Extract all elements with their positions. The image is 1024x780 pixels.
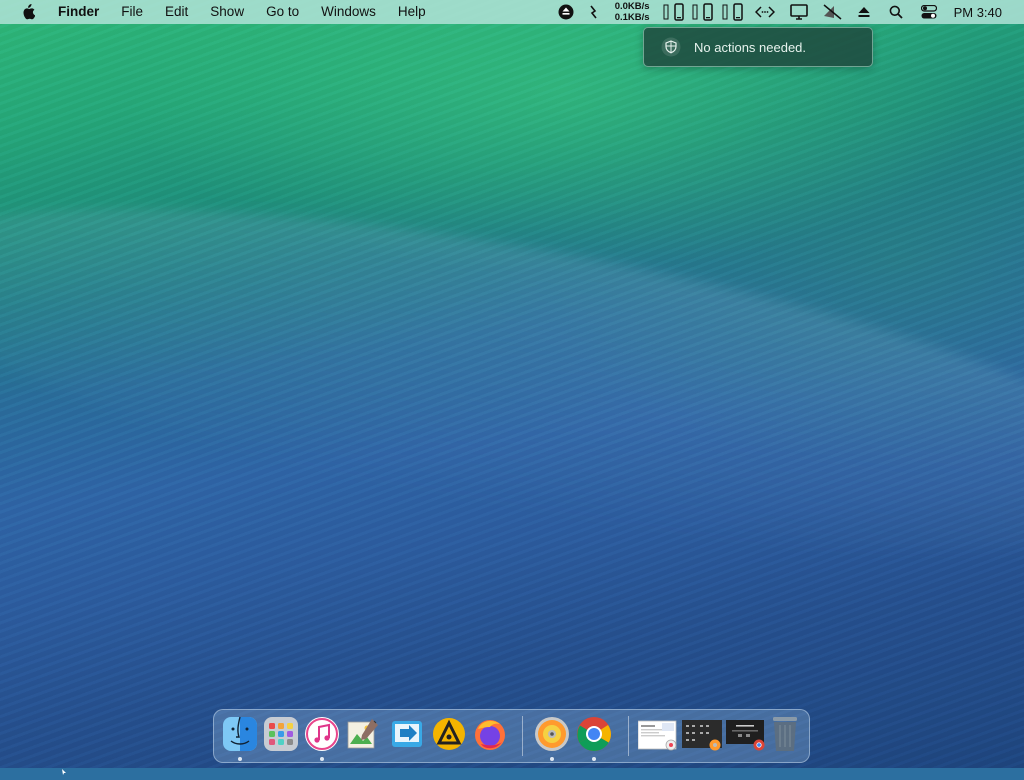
wallpaper-texture <box>0 0 1024 768</box>
dock-itunes[interactable] <box>304 715 340 761</box>
dock <box>213 709 810 763</box>
menu-edit[interactable]: Edit <box>154 0 199 24</box>
shield-icon <box>661 37 681 57</box>
code-arrows-icon[interactable] <box>748 0 782 24</box>
eject-circle-icon[interactable] <box>555 0 577 24</box>
dock-aimp[interactable] <box>431 715 467 753</box>
dock-dvd-player[interactable] <box>534 715 570 761</box>
image-editor-icon <box>347 719 378 749</box>
eject-icon[interactable] <box>848 0 880 24</box>
running-indicator <box>592 757 596 761</box>
dock-document-thumbnail[interactable] <box>638 715 678 753</box>
running-indicator <box>550 757 554 761</box>
search-icon[interactable] <box>880 0 912 24</box>
migration-assistant-icon <box>392 721 422 747</box>
notification-banner[interactable]: No actions needed. <box>643 27 873 67</box>
network-speed[interactable]: 0.0KB/s 0.1KB/s <box>615 1 650 23</box>
menu-clock[interactable]: PM 3:40 <box>954 5 1002 20</box>
mute-icon[interactable] <box>816 0 848 24</box>
dvd-player-icon <box>535 717 569 751</box>
menu-go-to[interactable]: Go to <box>255 0 310 24</box>
finder-icon <box>223 716 257 751</box>
chrome-window-icon <box>726 720 765 751</box>
document-window-icon <box>638 720 677 751</box>
running-indicator <box>320 757 324 761</box>
dock-launchpad[interactable] <box>263 715 299 753</box>
aimp-icon <box>433 718 465 750</box>
control-center-icon[interactable] <box>912 0 946 24</box>
menu-help[interactable]: Help <box>387 0 437 24</box>
firefox-icon <box>475 720 505 750</box>
menu-show[interactable]: Show <box>199 0 255 24</box>
launchpad-icon <box>264 717 298 751</box>
dock-firefox[interactable] <box>472 715 508 753</box>
itunes-icon <box>305 717 339 751</box>
mouse-cursor <box>62 762 67 775</box>
dock-chrome[interactable] <box>576 715 612 761</box>
menu-app-name[interactable]: Finder <box>52 0 110 24</box>
menu-file[interactable]: File <box>110 0 154 24</box>
dock-finder[interactable] <box>222 715 258 761</box>
menu-windows[interactable]: Windows <box>310 0 387 24</box>
phone-status-icon[interactable] <box>660 0 688 24</box>
upload-speed: 0.0KB/s <box>614 1 650 12</box>
keyboard-window-icon <box>682 720 722 751</box>
dock-separator <box>522 716 523 756</box>
phone-status-icon-3[interactable] <box>718 0 748 24</box>
trash-icon <box>773 717 797 751</box>
download-speed: 0.1KB/s <box>614 12 650 23</box>
menu-bar: Finder File Edit Show Go to Windows Help… <box>0 0 1024 24</box>
chrome-icon <box>577 717 611 751</box>
status-area: 0.0KB/s 0.1KB/s PM 3:40 <box>555 0 1024 24</box>
dock-separator-2 <box>628 716 629 756</box>
sync-icon[interactable] <box>577 0 609 24</box>
apple-menu-icon[interactable] <box>21 4 35 20</box>
dock-migration-assistant[interactable] <box>390 715 426 753</box>
dock-chrome-window-thumbnail[interactable] <box>726 715 766 753</box>
running-indicator <box>238 757 242 761</box>
dock-preview-editor[interactable] <box>345 715 381 753</box>
dock-trash[interactable] <box>767 715 803 753</box>
phone-status-icon-2[interactable] <box>688 0 718 24</box>
dock-window-thumbnail[interactable] <box>682 715 722 753</box>
display-icon[interactable] <box>782 0 816 24</box>
notification-message: No actions needed. <box>694 39 807 55</box>
